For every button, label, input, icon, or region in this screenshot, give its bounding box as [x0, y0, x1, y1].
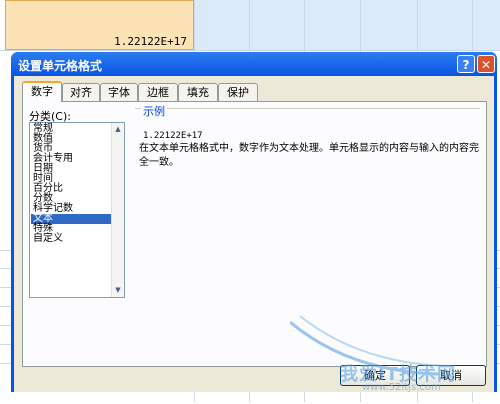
dialog-title: 设置单元格格式 — [18, 59, 103, 73]
format-cells-dialog: 设置单元格格式 ? ✕ 数字 对齐 字体 边框 填充 保护 分类(C): 常规 … — [11, 52, 497, 392]
tab-page-number: 分类(C): 常规 数值 货币 会计专用 日期 时间 百分比 分数 科学记数 文… — [22, 101, 487, 367]
category-listbox[interactable]: 常规 数值 货币 会计专用 日期 时间 百分比 分数 科学记数 文本 特殊 自定… — [29, 122, 125, 298]
tab-fill[interactable]: 填充 — [178, 83, 218, 101]
sample-value: 1.22122E+17 — [143, 131, 203, 141]
active-cell[interactable]: 1.22122E+17 — [5, 0, 194, 50]
help-button[interactable]: ? — [457, 55, 475, 73]
scroll-down-icon[interactable]: ▼ — [113, 285, 123, 295]
tab-alignment[interactable]: 对齐 — [62, 83, 100, 101]
scroll-up-icon[interactable]: ▲ — [113, 124, 123, 134]
ok-button[interactable]: 确定 — [340, 365, 410, 386]
tab-font[interactable]: 字体 — [100, 83, 138, 101]
list-item[interactable]: 自定义 — [31, 234, 111, 244]
active-cell-value: 1.22122E+17 — [114, 35, 187, 48]
dialog-body: 数字 对齐 字体 边框 填充 保护 分类(C): 常规 数值 货币 会计专用 日… — [14, 76, 494, 392]
cancel-button[interactable]: 取消 — [416, 365, 486, 386]
sample-group: 示例 1.22122E+17 — [135, 103, 480, 141]
close-button[interactable]: ✕ — [477, 55, 495, 73]
grid-line — [0, 50, 500, 51]
category-scrollbar[interactable]: ▲ ▼ — [111, 123, 124, 297]
tab-number[interactable]: 数字 — [22, 81, 62, 102]
column-header-band — [194, 0, 500, 50]
sample-label: 示例 — [141, 103, 167, 119]
tab-border[interactable]: 边框 — [138, 83, 178, 101]
tab-protection[interactable]: 保护 — [218, 83, 258, 101]
dialog-titlebar[interactable]: 设置单元格格式 ? ✕ — [11, 52, 497, 76]
format-description: 在文本单元格格式中，数字作为文本处理。单元格显示的内容与输入的内容完全一致。 — [139, 143, 479, 168]
